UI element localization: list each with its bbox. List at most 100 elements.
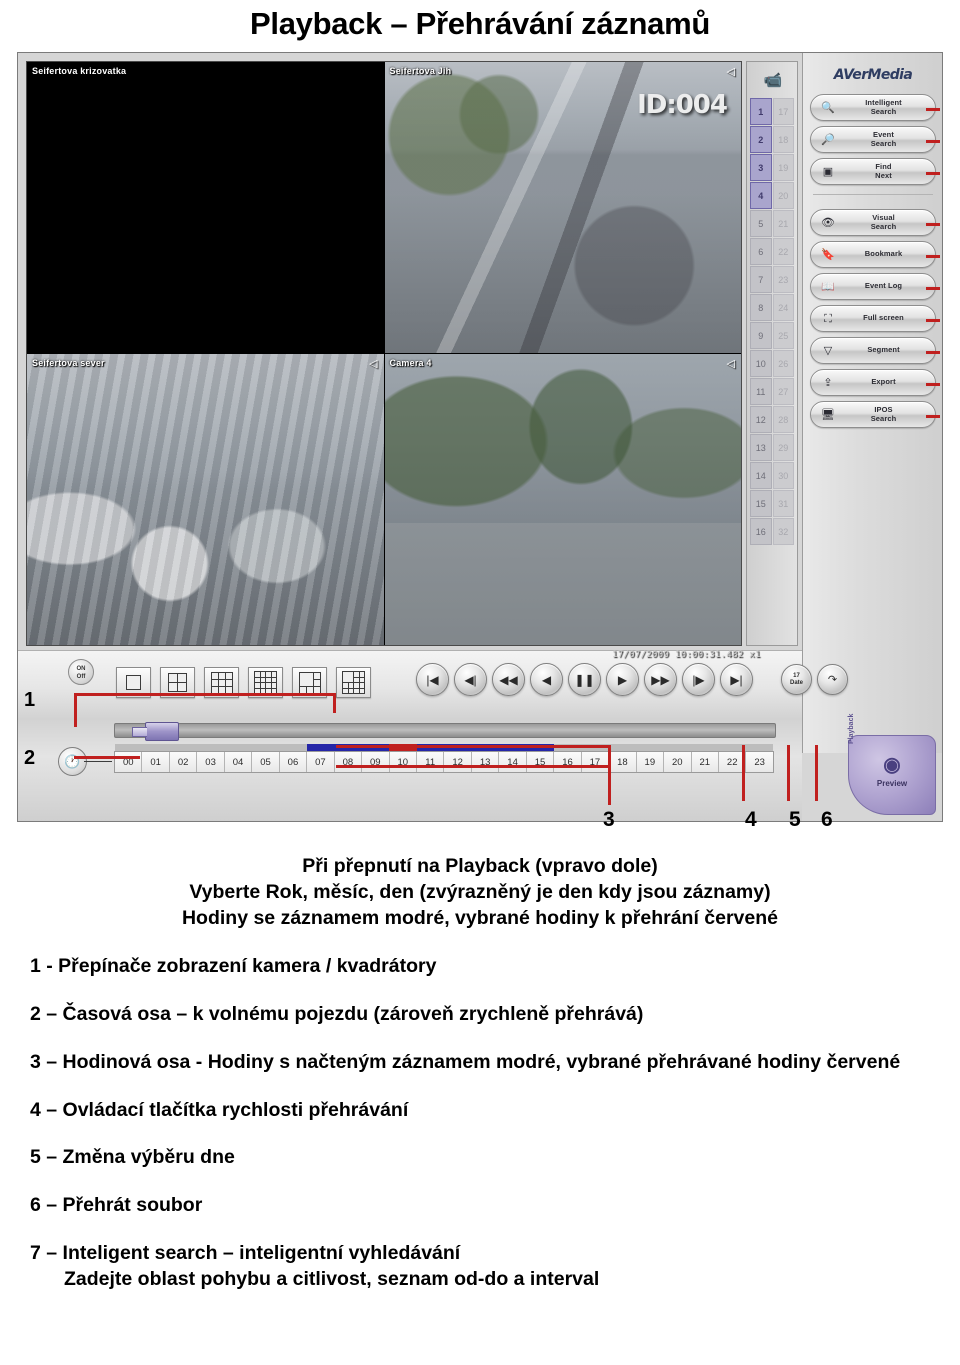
open-file-button[interactable]: ↷ xyxy=(817,664,848,695)
toolbar-button-bookmark[interactable]: 🔖 Bookmark xyxy=(810,241,936,268)
visual-search-icon: 👁 xyxy=(821,216,835,229)
caption-intro-1: Při přepnutí na Playback (vpravo dole) xyxy=(302,855,658,877)
play-reverse-button[interactable]: ◀ xyxy=(530,663,563,696)
camera-cell-29[interactable]: 29 xyxy=(772,434,794,461)
hour-cell-07[interactable]: 07 xyxy=(307,752,335,772)
video-pane-1[interactable]: Seifertova krizovatka xyxy=(27,62,384,353)
date-picker-button[interactable]: 17 Date xyxy=(781,664,812,695)
rewind-button[interactable]: ◀◀ xyxy=(492,663,525,696)
page-root: Playback – Přehrávání záznamů Seifertova… xyxy=(0,0,960,1365)
camera-cell-16[interactable]: 16 xyxy=(750,518,772,545)
clock-leader-line xyxy=(84,761,112,762)
page-title: Playback – Přehrávání záznamů xyxy=(250,6,710,41)
camera-cell-9[interactable]: 9 xyxy=(750,322,772,349)
video-pane-2[interactable]: Seifertova Jih ◁ ID:004 xyxy=(384,62,741,353)
bookmark-icon: 🔖 xyxy=(821,248,835,261)
speaker-icon[interactable]: ◁ xyxy=(727,65,735,78)
hour-cell-00[interactable]: 00 xyxy=(115,752,143,772)
camera-cell-18[interactable]: 18 xyxy=(772,126,794,153)
hour-cell-01[interactable]: 01 xyxy=(142,752,170,772)
speaker-icon[interactable]: ◁ xyxy=(727,357,735,370)
hour-cell-18[interactable]: 18 xyxy=(609,752,637,772)
camera-cell-1[interactable]: 1 xyxy=(750,98,772,125)
layout-button-thirteen-view[interactable] xyxy=(336,667,371,698)
video-pane-4[interactable]: Camera 4 ◁ xyxy=(384,354,741,645)
toolbar-button-full screen[interactable]: ⛶ Full screen xyxy=(810,305,936,332)
camera-cell-4[interactable]: 4 xyxy=(750,182,772,209)
hour-cell-23[interactable]: 23 xyxy=(746,752,773,772)
camera-cell-6[interactable]: 6 xyxy=(750,238,772,265)
hour-cell-11[interactable]: 11 xyxy=(416,752,445,772)
toolbar-button-event-search[interactable]: 🔎 Event Search xyxy=(810,126,936,153)
callout-line-15 xyxy=(926,382,940,386)
preview-mode-button[interactable]: Playback ◉ Preview xyxy=(848,714,936,815)
video-pane-3[interactable]: Seifertova sever ◁ xyxy=(27,354,384,645)
camera-cell-25[interactable]: 25 xyxy=(772,322,794,349)
hour-timeline[interactable]: 00 01 02 03 04 05 06 07 08 09 10 11 12 13 14 15 16 17 18 19… xyxy=(114,744,774,775)
camera-cell-28[interactable]: 28 xyxy=(772,406,794,433)
camera-cell-31[interactable]: 31 xyxy=(772,490,794,517)
toolbar-button-intelligent-search[interactable]: 🔍 Intelligent Search xyxy=(810,94,936,121)
hour-cell-21[interactable]: 21 xyxy=(691,752,719,772)
camera-selector-strip: 📹 1 17 2 18 3 19 4 20 5 21 6 22 7 23 8 24 9 25 10 26 11 27 12 2… xyxy=(746,61,798,646)
toolbar-button-find-next[interactable]: ▣ Find Next xyxy=(810,158,936,185)
hour-cell-15[interactable]: 15 xyxy=(526,752,555,772)
hour-cell-20[interactable]: 20 xyxy=(664,752,692,772)
camera-cell-24[interactable]: 24 xyxy=(772,294,794,321)
hour-cell-12[interactable]: 12 xyxy=(444,752,472,772)
hour-cell-13[interactable]: 13 xyxy=(471,752,500,772)
caption-item-5: 5 – Změna výběru dne xyxy=(30,1146,235,1169)
toolbar-button-segment[interactable]: ▽ Segment xyxy=(810,337,936,364)
hour-cell-05[interactable]: 05 xyxy=(252,752,280,772)
step-back-button[interactable]: ◀| xyxy=(454,663,487,696)
fast-forward-button[interactable]: ▶▶ xyxy=(644,663,677,696)
camera-cell-19[interactable]: 19 xyxy=(772,154,794,181)
speaker-icon[interactable]: ◁ xyxy=(369,357,377,370)
camera-cell-3[interactable]: 3 xyxy=(750,154,772,181)
play-button[interactable]: ▶ xyxy=(606,663,639,696)
camera-cell-14[interactable]: 14 xyxy=(750,462,772,489)
camera-cell-15[interactable]: 15 xyxy=(750,490,772,517)
toolbar-button-visual-search[interactable]: 👁 Visual Search xyxy=(810,209,936,236)
toolbar-button-ipos-search[interactable]: 🖥 IPOS Search xyxy=(810,401,936,428)
camera-cell-12[interactable]: 12 xyxy=(750,406,772,433)
camera-cell-21[interactable]: 21 xyxy=(772,210,794,237)
camera-cell-13[interactable]: 13 xyxy=(750,434,772,461)
go-to-end-button[interactable]: ▶| xyxy=(720,663,753,696)
on-off-button[interactable]: ON Off xyxy=(68,659,94,685)
hour-cell-19[interactable]: 19 xyxy=(636,752,665,772)
hour-status-20 xyxy=(663,744,691,751)
camera-cell-17[interactable]: 17 xyxy=(772,98,794,125)
camera-cell-23[interactable]: 23 xyxy=(772,266,794,293)
go-to-start-button[interactable]: |◀ xyxy=(416,663,449,696)
camera-cell-27[interactable]: 27 xyxy=(772,378,794,405)
hour-cell-02[interactable]: 02 xyxy=(169,752,198,772)
hour-cell-14[interactable]: 14 xyxy=(499,752,527,772)
toolbar-button-export[interactable]: ⇪ Export xyxy=(810,369,936,396)
hour-cell-09[interactable]: 09 xyxy=(362,752,390,772)
camera-cell-32[interactable]: 32 xyxy=(772,518,794,545)
fullscreen-icon: ⛶ xyxy=(824,312,832,325)
camera-cell-20[interactable]: 20 xyxy=(772,182,794,209)
scrubber-thumb[interactable] xyxy=(132,722,179,741)
hour-cell-04[interactable]: 04 xyxy=(224,752,253,772)
camera-cell-8[interactable]: 8 xyxy=(750,294,772,321)
camera-cell-10[interactable]: 10 xyxy=(750,350,772,377)
camera-cell-30[interactable]: 30 xyxy=(772,462,794,489)
camera-cell-11[interactable]: 11 xyxy=(750,378,772,405)
camera-cell-22[interactable]: 22 xyxy=(772,238,794,265)
camera-cell-26[interactable]: 26 xyxy=(772,350,794,377)
camera-cell-2[interactable]: 2 xyxy=(750,126,772,153)
camera-cell-7[interactable]: 7 xyxy=(750,266,772,293)
hour-cell-08[interactable]: 08 xyxy=(334,752,363,772)
hour-cell-06[interactable]: 06 xyxy=(279,752,308,772)
camera-cell-5[interactable]: 5 xyxy=(750,210,772,237)
pause-button[interactable]: ❚❚ xyxy=(568,663,601,696)
hour-cell-03[interactable]: 03 xyxy=(197,752,225,772)
hour-cell-10[interactable]: 10 xyxy=(389,752,417,772)
toolbar-button-event log[interactable]: 📖 Event Log xyxy=(810,273,936,300)
step-forward-button[interactable]: |▶ xyxy=(682,663,715,696)
hour-cell-17[interactable]: 17 xyxy=(581,752,610,772)
free-timeline-scrubber[interactable] xyxy=(114,722,776,741)
hour-cell-16[interactable]: 16 xyxy=(554,752,582,772)
